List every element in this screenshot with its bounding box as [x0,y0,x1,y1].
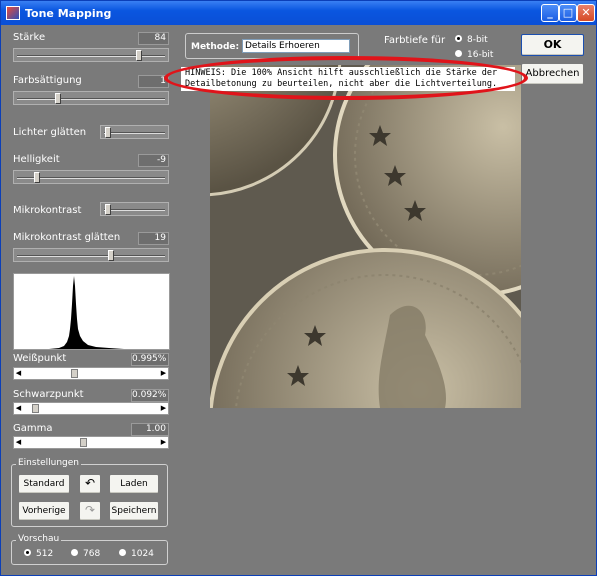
vorschau-option-1024[interactable]: 1024 [118,548,154,559]
vorherige-button[interactable]: Vorherige [18,501,70,521]
helligkeit-value[interactable]: -9 [138,154,169,167]
lichter-glaetten-label: Lichter glätten [13,127,87,138]
histogram [13,273,170,350]
highlight-ellipse [164,56,528,100]
methode-label: Methode: [191,42,240,52]
staerke-slider[interactable] [13,48,169,62]
scroll-right-icon[interactable]: ▶ [159,368,168,379]
methode-value: Details Erhoeren [245,41,320,51]
undo-button[interactable]: ↶ [79,474,101,494]
vorschau-option-768[interactable]: 768 [70,548,100,559]
schwarzpunkt-scrollbar[interactable]: ◀ ▶ [13,402,169,415]
farbtiefe-option-8bit[interactable]: 8-bit [454,34,488,45]
radio-label: 768 [83,549,101,559]
radio-label: 8-bit [467,35,488,45]
farbtiefe-option-16bit[interactable]: 16-bit [454,49,493,60]
scroll-right-icon[interactable]: ▶ [159,403,168,414]
staerke-label: Stärke [13,32,46,43]
scroll-left-icon[interactable]: ◀ [14,403,23,414]
radio-icon [454,49,463,58]
slider-thumb[interactable] [55,93,62,104]
einstellungen-label: Einstellungen [16,458,82,468]
radio-selected-icon [454,34,463,43]
scroll-thumb[interactable] [31,404,39,413]
coins-photo [210,65,521,408]
methode-select[interactable]: Details Erhoeren [242,39,350,53]
schwarzpunkt-label: Schwarzpunkt [13,389,84,400]
weisspunkt-value[interactable]: 0.995% [131,353,169,366]
standard-button[interactable]: Standard [18,474,70,494]
redo-icon: ↷ [84,503,96,517]
maximize-button[interactable]: □ [559,4,577,22]
schwarzpunkt-value[interactable]: 0.092% [131,389,169,402]
radio-icon [70,548,79,557]
gamma-value[interactable]: 1.00 [131,423,169,436]
redo-button[interactable]: ↷ [79,501,101,521]
laden-button[interactable]: Laden [109,474,159,494]
window-title: Tone Mapping [25,7,112,20]
farbsaettigung-label: Farbsättigung [13,75,82,86]
farbsaettigung-slider[interactable] [13,91,169,105]
weisspunkt-scrollbar[interactable]: ◀ ▶ [13,367,169,380]
staerke-value[interactable]: 84 [138,32,169,45]
mikrokontrast-glaetten-label: Mikrokontrast glätten [13,232,121,243]
ok-button[interactable]: OK [521,34,584,56]
radio-label: 512 [36,549,54,559]
scroll-left-icon[interactable]: ◀ [14,437,23,448]
preview-image[interactable] [210,65,521,408]
radio-label: 16-bit [467,50,494,60]
slider-thumb[interactable] [136,50,143,61]
tone-mapping-window: Tone Mapping _ □ ✕ Stärke 84 Farbsättigu… [0,0,597,576]
radio-label: 1024 [131,549,154,559]
slider-thumb[interactable] [107,250,114,261]
radio-selected-icon [23,548,32,557]
mikrokontrast-glaetten-value[interactable]: 19 [138,232,169,245]
undo-icon: ↶ [84,476,96,490]
speichern-button[interactable]: Speichern [109,501,159,521]
mikrokontrast-label: Mikrokontrast [13,205,82,216]
abbrechen-button[interactable]: Abbrechen [521,63,584,85]
mikrokontrast-slider[interactable] [100,202,169,216]
vorschau-label: Vorschau [16,534,62,544]
close-button[interactable]: ✕ [577,4,595,22]
lichter-glaetten-slider[interactable] [100,125,169,139]
title-bar: Tone Mapping _ □ ✕ [1,1,596,25]
gamma-scrollbar[interactable]: ◀ ▶ [13,436,169,449]
scroll-right-icon[interactable]: ▶ [159,437,168,448]
scroll-left-icon[interactable]: ◀ [14,368,23,379]
histogram-graph [14,276,124,349]
app-icon [6,6,20,20]
scroll-thumb[interactable] [70,369,78,378]
gamma-label: Gamma [13,423,53,434]
helligkeit-slider[interactable] [13,170,169,184]
slider-thumb[interactable] [34,172,41,183]
farbtiefe-label: Farbtiefe für [384,35,446,46]
slider-thumb[interactable] [105,127,112,138]
mikrokontrast-glaetten-slider[interactable] [13,248,169,262]
helligkeit-label: Helligkeit [13,154,60,165]
weisspunkt-label: Weißpunkt [13,353,67,364]
scroll-thumb[interactable] [79,438,87,447]
vorschau-option-512[interactable]: 512 [23,548,53,559]
slider-thumb[interactable] [105,204,112,215]
minimize-button[interactable]: _ [541,4,559,22]
radio-icon [118,548,127,557]
